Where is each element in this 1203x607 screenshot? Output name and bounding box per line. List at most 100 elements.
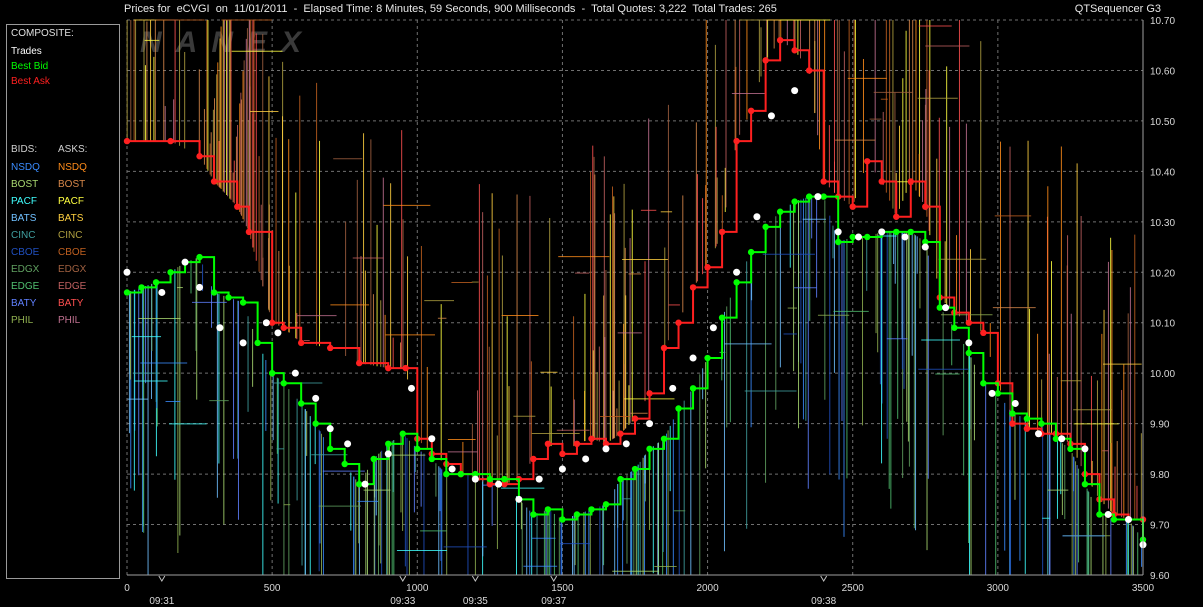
y-tick-label: 10.60 <box>1150 66 1175 77</box>
best-bid-point <box>559 516 566 523</box>
best-ask-point <box>123 137 131 145</box>
best-ask-point <box>689 284 697 291</box>
best-bid-point <box>414 445 421 453</box>
best-bid-point <box>356 480 363 488</box>
best-bid-point <box>327 445 334 453</box>
best-bid-point <box>123 289 131 296</box>
time-label: 09:35 <box>463 596 488 607</box>
best-ask-point <box>805 67 813 74</box>
best-ask-point <box>210 178 218 185</box>
best-ask-point <box>646 390 653 397</box>
grid-layer <box>126 19 1144 576</box>
best-ask-point <box>1023 425 1031 432</box>
trades-point <box>344 440 352 448</box>
y-tick-label: 10.30 <box>1150 218 1175 229</box>
best-bid-point <box>718 314 726 321</box>
trades-point <box>181 258 189 266</box>
trades-point <box>361 480 369 488</box>
trades-point <box>834 228 842 236</box>
trades-point <box>216 324 224 332</box>
x-tick-label: 1500 <box>551 583 574 594</box>
trades-point <box>942 304 950 312</box>
time-marker <box>399 575 407 582</box>
best-bid-point <box>138 284 145 291</box>
best-ask-point <box>704 264 711 271</box>
best-bid-point <box>443 470 450 478</box>
trades-point <box>921 243 929 251</box>
best-bid-point <box>239 299 247 306</box>
trades-point <box>689 354 697 362</box>
best-bid-point <box>297 400 305 407</box>
best-ask-point <box>196 153 203 160</box>
trades-point <box>753 213 761 221</box>
best-bid-point <box>530 511 537 518</box>
best-ask-point <box>820 178 827 185</box>
best-bid-point <box>747 248 755 256</box>
best-bid-point <box>588 506 595 513</box>
trades-point <box>123 268 131 276</box>
best-ask-point <box>245 228 253 236</box>
best-ask-point <box>733 137 740 145</box>
best-bid-point <box>1052 435 1060 442</box>
best-ask-point <box>776 36 784 44</box>
best-bid-point <box>849 233 856 241</box>
best-bid-point <box>893 228 900 236</box>
best-bid-point <box>1009 410 1016 417</box>
best-bid-point <box>617 475 624 483</box>
best-bid-point <box>370 455 377 463</box>
trades-point <box>558 465 566 473</box>
best-bid-point <box>457 470 465 478</box>
best-bid-point <box>864 233 871 241</box>
best-ask-point <box>573 440 581 448</box>
y-tick-label: 10.00 <box>1150 369 1175 380</box>
best-ask-point <box>762 57 769 64</box>
best-bid-point <box>907 228 914 236</box>
best-ask-point <box>327 344 334 352</box>
best-bid-point <box>544 506 552 513</box>
best-bid-point <box>704 354 711 362</box>
best-bid-point <box>791 198 798 205</box>
trades-point <box>709 324 717 332</box>
best-bid-point <box>805 193 813 200</box>
exchange-quote-lines <box>126 19 1143 576</box>
best-bid-point <box>980 380 987 387</box>
trades-point <box>1034 430 1042 438</box>
best-ask-point <box>864 158 871 165</box>
composite-series <box>123 36 1147 549</box>
time-label: 09:38 <box>811 596 836 607</box>
best-ask-point <box>280 324 287 331</box>
best-bid-point <box>210 289 218 296</box>
y-tick-label: 9.90 <box>1150 420 1170 431</box>
best-bid-point <box>385 440 392 448</box>
trades-point <box>407 384 415 392</box>
best-bid-point <box>1110 516 1118 523</box>
best-ask-point <box>588 435 595 442</box>
y-tick-label: 9.70 <box>1150 521 1170 532</box>
trades-point <box>733 268 741 276</box>
x-tick-label: 0 <box>124 583 130 594</box>
best-ask-point <box>631 415 639 422</box>
trades-point <box>1058 435 1066 443</box>
y-tick-label: 10.20 <box>1150 268 1175 279</box>
best-bid-point <box>486 475 494 483</box>
y-tick-label: 10.40 <box>1150 167 1175 178</box>
best-ask-point <box>356 359 363 367</box>
best-bid-point <box>196 253 203 261</box>
best-bid-point <box>152 279 160 286</box>
best-ask-point <box>559 450 566 458</box>
best-bid-point <box>660 435 668 442</box>
best-bid-point <box>1067 445 1074 453</box>
trades-point <box>274 329 282 337</box>
trades-point <box>515 495 523 503</box>
best-bid-point <box>602 501 610 508</box>
best-ask-point <box>530 455 537 463</box>
best-bid-point <box>428 455 435 463</box>
best-ask-point <box>718 228 726 236</box>
best-bid-point <box>631 465 639 473</box>
x-tick-label: 3500 <box>1132 583 1155 594</box>
time-label: 09:33 <box>390 596 415 607</box>
best-bid-point <box>733 279 740 286</box>
best-bid-point <box>675 405 682 412</box>
trades-point <box>291 369 299 377</box>
best-ask-point <box>893 213 900 220</box>
